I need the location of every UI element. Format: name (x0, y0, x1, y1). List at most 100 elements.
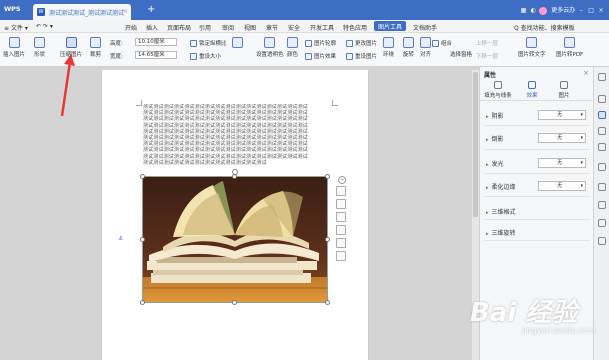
document-text[interactable]: 测试测试测试测试测试测试测试测试测试测试测试测试测试测试测试测试 测试测试测试测… (143, 104, 329, 166)
close-window-icon[interactable]: × (597, 7, 605, 14)
change-picture-button[interactable]: 更改图片 (346, 39, 377, 47)
resize-handle-br[interactable] (325, 300, 330, 305)
close-tab-icon[interactable]: × (123, 8, 128, 15)
reset-picture-icon (346, 53, 353, 60)
tab-fill-line[interactable]: 填充与线条 (480, 79, 516, 99)
settings-icon[interactable] (598, 163, 606, 171)
rotate-button[interactable]: 旋转 (403, 37, 414, 58)
glow-select[interactable]: 无 ▾ (538, 158, 586, 168)
shape-button[interactable]: 形状 (34, 37, 45, 58)
picture-to-pdf-button[interactable]: 图片转PDF (556, 37, 583, 58)
lock-ratio-checkbox[interactable]: 锁定纵横比 (190, 39, 227, 47)
crop-button[interactable]: 裁剪 (90, 37, 101, 58)
border-icon[interactable] (336, 225, 346, 235)
avatar[interactable] (539, 6, 548, 15)
resize-handle-l[interactable] (140, 237, 145, 242)
effects-button[interactable]: 图片效果 (305, 52, 336, 60)
skin-icon[interactable]: ◐ (529, 7, 537, 14)
document-tab[interactable]: W 测试测试测试_测试测试测试 × (33, 4, 131, 20)
combine-icon (432, 40, 439, 47)
menu-item-reference[interactable]: 引用 (199, 23, 211, 32)
chevron-down-icon: ▾ (580, 183, 583, 189)
reset-picture-button[interactable]: 重设图片 (346, 52, 377, 60)
resize-handle-r[interactable] (325, 237, 330, 242)
height-input[interactable]: 10.10厘米 (135, 38, 177, 46)
set-transparent-button[interactable]: 设置透明色 (256, 37, 284, 58)
search-function[interactable]: Q 查找功能、搜索模板 (514, 23, 575, 32)
combine-button[interactable]: 组合 (432, 39, 452, 47)
select-icon[interactable] (598, 95, 606, 103)
undo-icon[interactable]: ↶ ↷ ▾ (36, 23, 53, 30)
format-icon[interactable] (598, 111, 606, 119)
file-menu[interactable]: ≡ 文件 ▾ (4, 23, 28, 32)
soft-edge-row[interactable]: ▸ 柔化边缘 (486, 182, 516, 191)
crop-icon[interactable] (336, 212, 346, 222)
bring-forward-button[interactable]: 上移一层 (476, 39, 498, 47)
zoom-icon[interactable] (336, 199, 346, 209)
reflection-select[interactable]: 无 ▾ (538, 133, 586, 143)
collapse-icon[interactable]: – (338, 176, 346, 184)
send-backward-button[interactable]: 下移一层 (476, 52, 498, 60)
color-button[interactable]: 颜色 (287, 37, 298, 58)
select-pane-button[interactable]: 选择窗格 (450, 50, 472, 58)
new-tab-button[interactable]: + (147, 4, 155, 15)
more-icon[interactable] (336, 251, 346, 261)
scroll-thumb[interactable] (473, 72, 478, 217)
align-button[interactable]: 对齐 (420, 37, 431, 58)
3d-rotation-row[interactable]: ▸ 三维旋转 (486, 228, 516, 237)
resize-handle-b[interactable] (232, 300, 237, 305)
properties-icon[interactable] (598, 73, 606, 81)
layout-icon[interactable] (598, 183, 606, 191)
grid-icon[interactable]: ▦ (519, 7, 527, 14)
glow-row[interactable]: ▸ 发光 (486, 159, 504, 168)
soft-edge-select[interactable]: 无 ▾ (538, 181, 586, 191)
tab-effects[interactable]: 效果 (514, 79, 550, 99)
menu-item-security[interactable]: 安全 (288, 23, 300, 32)
outline-button[interactable]: 图片轮廓 (305, 39, 336, 47)
anchor-icon[interactable]: ⚓ (118, 235, 123, 242)
menu-item-review[interactable]: 审阅 (222, 23, 234, 32)
menu-item-doc-assistant[interactable]: 文档助手 (413, 23, 437, 32)
menu-item-chapter[interactable]: 章节 (266, 23, 278, 32)
wrap-button[interactable]: 环绕 (383, 37, 394, 58)
insert-image-button[interactable]: 插入图片 (3, 37, 25, 58)
help-icon[interactable] (598, 219, 606, 227)
width-input[interactable]: 14.65厘米 (135, 51, 177, 59)
resize-handle-tl[interactable] (140, 174, 145, 179)
share-icon[interactable] (598, 143, 606, 151)
shadow-select[interactable]: 无 ▾ (538, 110, 586, 120)
3d-format-row[interactable]: ▸ 三维格式 (486, 207, 516, 216)
tab-picture[interactable]: 图片 (546, 79, 582, 99)
minimize-icon[interactable]: – (577, 7, 585, 14)
resize-handle-bl[interactable] (140, 300, 145, 305)
image-selection-frame[interactable] (142, 176, 328, 303)
picture-to-text-button[interactable]: 图片转文字 (518, 37, 546, 58)
menu-item-start[interactable]: 开始 (125, 23, 137, 32)
menu-item-insert[interactable]: 插入 (146, 23, 158, 32)
maximize-icon[interactable]: □ (587, 7, 595, 14)
ribbon-toolbar: 插入图片 形状 压缩图片 裁剪 高度: 10.10厘米 宽度: 14.65厘米 … (0, 33, 609, 67)
tools-icon[interactable] (598, 237, 606, 245)
link-icon[interactable] (598, 201, 606, 209)
menu-item-features[interactable]: 特色应用 (343, 23, 367, 32)
account-name[interactable]: 更多云办 (551, 7, 575, 14)
reset-size-button[interactable]: 重设大小 (190, 52, 221, 60)
divider (484, 196, 590, 197)
shadow-row[interactable]: ▸ 阴影 (486, 111, 504, 120)
compress-image-button[interactable]: 压缩图片 (60, 37, 82, 58)
edit-icon[interactable] (598, 127, 606, 135)
image-icon (8, 37, 20, 48)
menu-item-page-layout[interactable]: 页面布局 (167, 23, 191, 32)
copy-icon[interactable] (336, 238, 346, 248)
resize-handle-tr[interactable] (325, 174, 330, 179)
menu-item-view[interactable]: 视图 (244, 23, 256, 32)
menu-item-developer[interactable]: 开发工具 (310, 23, 334, 32)
resize-handle-t[interactable] (232, 174, 237, 179)
panel-close-icon[interactable]: × (583, 69, 589, 77)
layout-options-icon[interactable] (336, 186, 346, 196)
brightness-button[interactable] (232, 37, 243, 50)
menu-item-picture-tools[interactable]: 图片工具 (374, 21, 407, 31)
reflection-row[interactable]: ▸ 倒影 (486, 134, 504, 143)
text-line: 测试测试测试测试测试测试测试测试测试测试测试测试测试测试测试测试 (143, 153, 308, 160)
color-icon (287, 37, 298, 48)
